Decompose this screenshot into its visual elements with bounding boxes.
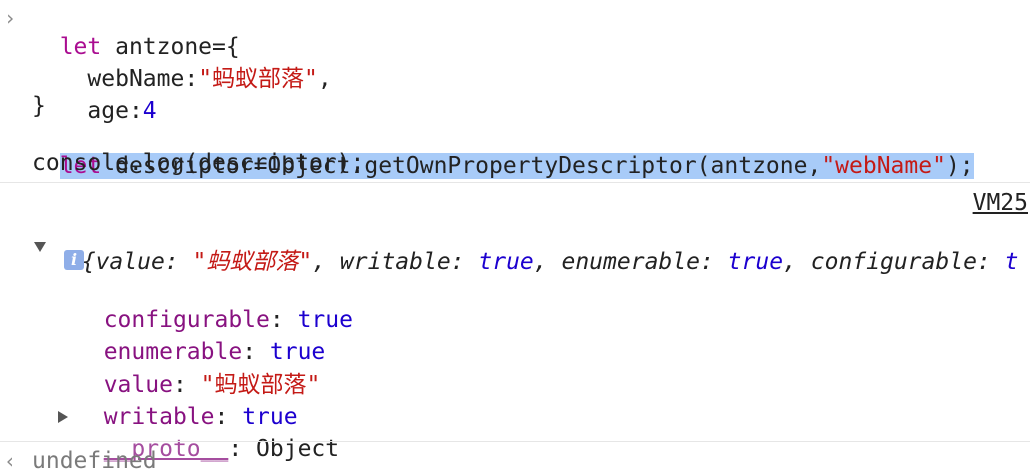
code-line-6[interactable]: console.log(descriptor); <box>32 148 364 178</box>
divider <box>0 182 1030 183</box>
comma: , <box>533 249 562 275</box>
summary-value: "蚂蚁部落" <box>192 249 313 275</box>
code-line-4[interactable]: } <box>32 91 46 121</box>
property-row[interactable]: value: "蚂蚁部落" <box>76 340 321 398</box>
expand-proto-icon[interactable] <box>58 411 68 423</box>
code-string: "webName" <box>821 153 946 179</box>
property-row[interactable]: enumerable: true <box>76 307 326 365</box>
property-row[interactable]: writable: true <box>76 372 298 430</box>
proto-value: Object <box>256 436 340 462</box>
summary-value: t <box>1004 249 1019 275</box>
source-link[interactable]: VM25 <box>973 188 1028 218</box>
code-line-2[interactable]: webName:"蚂蚁部落", <box>32 34 331 92</box>
summary-key: writable: <box>339 249 479 275</box>
summary-value: true <box>478 249 534 275</box>
code-punct: , <box>317 66 332 92</box>
summary-key: value: <box>95 249 193 275</box>
expand-triangle-icon[interactable] <box>34 242 46 252</box>
proto-sep: : <box>228 436 257 462</box>
comma: , <box>783 249 811 275</box>
code-line-5[interactable]: let descriptor=Object.getOwnPropertyDesc… <box>32 121 974 179</box>
code-line-1[interactable]: let antzone={ <box>32 2 240 60</box>
summary-key: configurable: <box>810 249 1005 275</box>
proto-row[interactable]: __proto__: Object <box>76 404 339 462</box>
input-prompt-icon: › <box>4 6 17 30</box>
info-icon[interactable]: i <box>64 250 84 270</box>
property-row[interactable]: configurable: true <box>76 275 353 333</box>
result-value: undefined <box>32 448 157 474</box>
code-string: "蚂蚁部落" <box>198 66 318 92</box>
code-line-3[interactable]: age:4 <box>32 66 156 124</box>
object-summary[interactable]: {value: "蚂蚁部落", writable: true, enumerab… <box>54 217 1019 275</box>
result-prompt-icon: ‹ <box>4 449 17 473</box>
comma: , <box>312 249 340 275</box>
divider <box>0 441 1030 442</box>
code-punct: ); <box>945 153 974 179</box>
summary-key: enumerable: <box>561 249 728 275</box>
summary-value: true <box>727 249 784 275</box>
